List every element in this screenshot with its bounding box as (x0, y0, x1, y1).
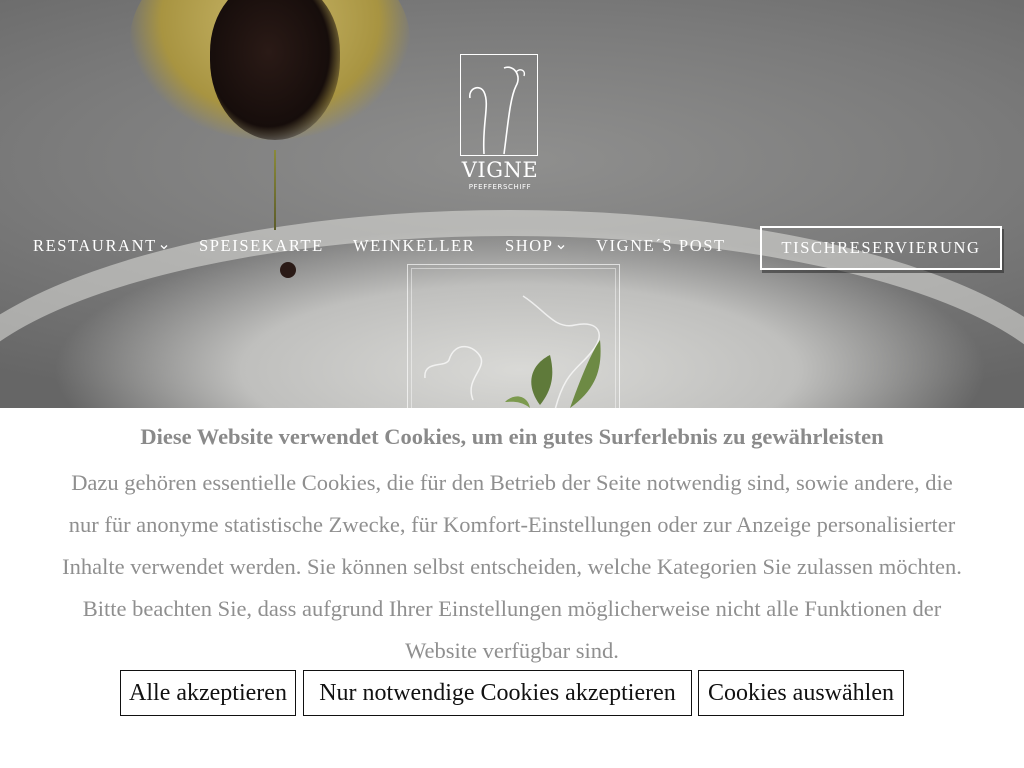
cookie-banner-text: Dazu gehören essentielle Cookies, die fü… (8, 462, 1016, 672)
cookie-text-line: nur für anonyme statistische Zwecke, für… (68, 512, 956, 537)
accept-necessary-cookies-button[interactable]: Nur notwendige Cookies akzeptieren (303, 670, 692, 716)
nav-item-shop[interactable]: SHOP (505, 236, 566, 256)
logo-subtitle: PFEFFERSCHIFF (468, 183, 532, 191)
cookie-banner-title: Diese Website verwendet Cookies, um ein … (140, 424, 884, 449)
logo-wordmark: VIGNE (461, 158, 539, 182)
vigne-logo[interactable]: VIGNE PFEFFERSCHIFF (458, 52, 542, 200)
nav-item-speisekarte[interactable]: SPEISEKARTE (199, 236, 324, 256)
chevron-down-icon (160, 245, 168, 250)
nav-item-label: WEINKELLER (353, 236, 476, 255)
nav-item-label: SPEISEKARTE (199, 236, 324, 255)
nav-item-vignes-post[interactable]: VIGNE´S POST (596, 236, 726, 256)
chevron-down-icon (557, 245, 565, 250)
sauce-drip (274, 150, 276, 230)
cookie-text-line: Website verfügbar sind. (405, 638, 619, 663)
sauce-drop-dot (280, 262, 296, 278)
cookie-text-line: Bitte beachten Sie, dass aufgrund Ihrer … (82, 596, 942, 621)
nav-item-label: VIGNE´S POST (596, 236, 726, 255)
logo-vine-icon (469, 66, 526, 155)
nav-item-restaurant[interactable]: RESTAURANT (33, 236, 169, 256)
cookie-text-line: Inhalte verwendet werden. Sie können sel… (62, 554, 962, 579)
nav-item-label: SHOP (505, 236, 554, 255)
nav-item-weinkeller[interactable]: WEINKELLER (353, 236, 475, 256)
nav-item-label: RESTAURANT (33, 236, 157, 255)
cookie-text-line: Dazu gehören essentielle Cookies, die fü… (71, 470, 953, 495)
accept-all-cookies-button[interactable]: Alle akzeptieren (120, 670, 296, 716)
herb-garnish (505, 340, 601, 408)
cookie-banner: Diese Website verwendet Cookies, um ein … (0, 408, 1024, 768)
table-reservation-button[interactable]: TISCHRESERVIERUNG (760, 226, 1002, 270)
select-cookies-button[interactable]: Cookies auswählen (698, 670, 904, 716)
